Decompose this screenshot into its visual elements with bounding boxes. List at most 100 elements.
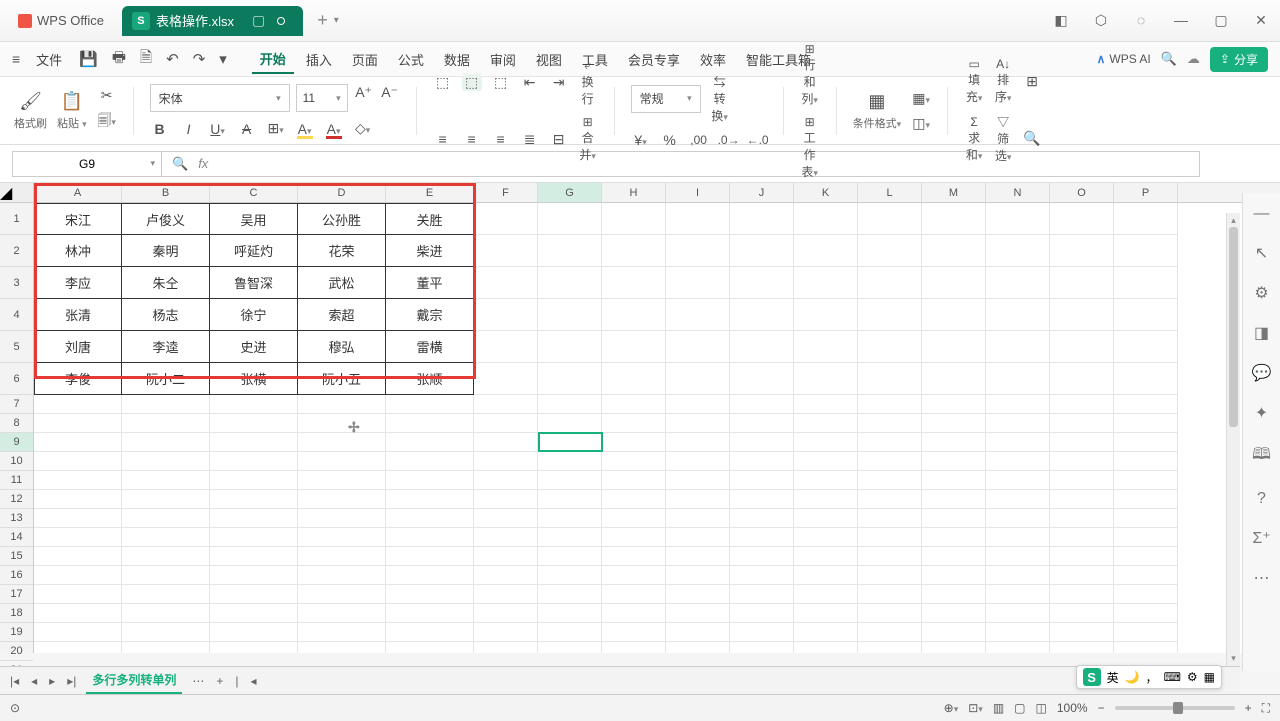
align-right-icon[interactable]: ≡ bbox=[491, 131, 511, 147]
wps-ai-button[interactable]: ∧WPS AI bbox=[1097, 52, 1151, 66]
row-header[interactable]: 19 bbox=[0, 623, 33, 642]
cell[interactable]: 史进 bbox=[210, 331, 298, 363]
cell[interactable] bbox=[730, 547, 794, 566]
cell[interactable] bbox=[986, 331, 1050, 363]
col-header[interactable]: I bbox=[666, 183, 730, 202]
cell[interactable] bbox=[1050, 509, 1114, 528]
cell[interactable] bbox=[794, 604, 858, 623]
cell[interactable] bbox=[922, 509, 986, 528]
cell[interactable] bbox=[210, 566, 298, 585]
strikethrough-button[interactable]: A bbox=[237, 121, 257, 137]
star-icon[interactable]: ✦ bbox=[1255, 403, 1268, 423]
cell[interactable] bbox=[34, 471, 122, 490]
settings-icon[interactable]: ⚙ bbox=[1254, 283, 1268, 303]
cell[interactable] bbox=[538, 490, 602, 509]
cell[interactable] bbox=[298, 395, 386, 414]
panel-icon[interactable]: ◧ bbox=[1050, 12, 1072, 29]
cell[interactable] bbox=[858, 452, 922, 471]
justify-icon[interactable]: ≣ bbox=[520, 131, 540, 148]
normal-view-icon[interactable]: ▥ bbox=[993, 701, 1004, 715]
cell[interactable] bbox=[666, 331, 730, 363]
cell[interactable] bbox=[1114, 235, 1178, 267]
cell[interactable] bbox=[922, 235, 986, 267]
cell[interactable]: 刘唐 bbox=[34, 331, 122, 363]
row-header[interactable]: 16 bbox=[0, 566, 33, 585]
sheet-tab[interactable]: 多行多列转单列 bbox=[86, 667, 182, 694]
cell[interactable] bbox=[386, 414, 474, 433]
cell[interactable] bbox=[602, 528, 666, 547]
sum-icon[interactable]: Σ⁺ bbox=[1252, 528, 1270, 548]
cell[interactable] bbox=[730, 452, 794, 471]
cell[interactable] bbox=[210, 604, 298, 623]
cell[interactable] bbox=[210, 471, 298, 490]
distribute-icon[interactable]: ⊟ bbox=[549, 131, 569, 148]
highlight-button[interactable]: ◇▾ bbox=[353, 120, 373, 137]
filter-button[interactable]: ▽ 筛选▾ bbox=[993, 113, 1013, 164]
cell[interactable] bbox=[122, 433, 210, 452]
cell[interactable] bbox=[858, 363, 922, 395]
sum-button[interactable]: Σ 求和▾ bbox=[964, 115, 984, 163]
cell[interactable] bbox=[386, 433, 474, 452]
sync-icon[interactable]: ◌ bbox=[1130, 12, 1152, 29]
cell[interactable] bbox=[1050, 452, 1114, 471]
cell[interactable] bbox=[1114, 267, 1178, 299]
cell[interactable] bbox=[858, 604, 922, 623]
help-icon[interactable]: ? bbox=[1257, 490, 1266, 508]
hamburger-icon[interactable]: ≡ bbox=[12, 51, 20, 67]
cell[interactable]: 阮小二 bbox=[122, 363, 210, 395]
more-icon[interactable]: ⋯ bbox=[1254, 568, 1270, 588]
cell[interactable] bbox=[1050, 642, 1114, 653]
cell[interactable] bbox=[602, 203, 666, 235]
cell[interactable] bbox=[122, 604, 210, 623]
search-icon[interactable]: 🔍 bbox=[1161, 51, 1177, 67]
cell[interactable] bbox=[730, 642, 794, 653]
cell[interactable]: 花荣 bbox=[298, 235, 386, 267]
row-header[interactable]: 13 bbox=[0, 509, 33, 528]
align-top-icon[interactable]: ⬚ bbox=[433, 74, 453, 91]
cell[interactable] bbox=[210, 623, 298, 642]
border-button[interactable]: ⊞▾ bbox=[266, 120, 286, 137]
select-icon[interactable]: ↖ bbox=[1255, 243, 1268, 263]
cell[interactable] bbox=[858, 585, 922, 604]
cell[interactable] bbox=[474, 509, 538, 528]
panel-icon[interactable]: ◨ bbox=[1254, 323, 1269, 343]
cell[interactable]: 公孙胜 bbox=[298, 203, 386, 235]
cell[interactable] bbox=[730, 433, 794, 452]
cell[interactable] bbox=[666, 363, 730, 395]
cell[interactable] bbox=[794, 395, 858, 414]
cell[interactable] bbox=[858, 528, 922, 547]
cell[interactable] bbox=[1050, 433, 1114, 452]
new-tab-button[interactable]: + bbox=[317, 10, 328, 31]
underline-button[interactable]: U▾ bbox=[208, 121, 228, 137]
cell[interactable] bbox=[386, 490, 474, 509]
cell[interactable] bbox=[986, 452, 1050, 471]
cell[interactable] bbox=[858, 642, 922, 653]
cell[interactable] bbox=[986, 235, 1050, 267]
cell[interactable] bbox=[474, 623, 538, 642]
cell[interactable] bbox=[794, 299, 858, 331]
decrease-font-icon[interactable]: A⁻ bbox=[380, 84, 400, 112]
cell[interactable] bbox=[122, 642, 210, 653]
cell[interactable] bbox=[538, 299, 602, 331]
cell[interactable] bbox=[298, 623, 386, 642]
cell[interactable] bbox=[1114, 566, 1178, 585]
cell[interactable] bbox=[538, 528, 602, 547]
cell[interactable]: 徐宁 bbox=[210, 299, 298, 331]
formula-input[interactable]: 🔍 fx bbox=[162, 151, 1200, 177]
cell[interactable] bbox=[298, 509, 386, 528]
cell[interactable]: 秦明 bbox=[122, 235, 210, 267]
cell[interactable] bbox=[986, 547, 1050, 566]
chat-icon[interactable]: 💬 bbox=[1252, 363, 1272, 383]
cell[interactable] bbox=[474, 528, 538, 547]
cell[interactable] bbox=[298, 547, 386, 566]
cell[interactable] bbox=[666, 566, 730, 585]
cell[interactable] bbox=[34, 395, 122, 414]
cell[interactable] bbox=[730, 471, 794, 490]
cell[interactable] bbox=[858, 203, 922, 235]
comma-style-icon[interactable]: ,00 bbox=[689, 133, 709, 147]
number-format-select[interactable]: 常规▾ bbox=[631, 85, 701, 113]
cell[interactable] bbox=[1114, 585, 1178, 604]
cell[interactable] bbox=[122, 623, 210, 642]
zoom-in-icon[interactable]: + bbox=[1245, 701, 1252, 715]
tab-restore-icon[interactable]: ▢ bbox=[252, 12, 265, 29]
